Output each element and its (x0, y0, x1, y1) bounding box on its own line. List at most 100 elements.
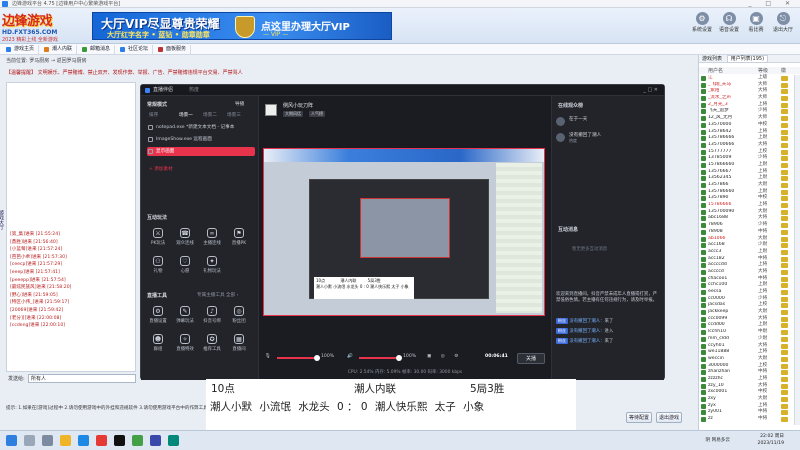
user-row[interactable]: 157866660 上尉 (699, 162, 794, 169)
taskview-icon[interactable] (42, 435, 53, 446)
user-row[interactable]: 78908 中将 (699, 229, 794, 236)
user-row[interactable]: 15786666 上将 (699, 202, 794, 209)
user-row[interactable]: 飞天_追梦 少将 (699, 108, 794, 115)
live-tool-item[interactable]: ♪ 抖音号绑 (201, 306, 223, 324)
stream-preview[interactable]: 10点 潮人内联 5局3胜 潮人小默 小流氓 水龙头 0 : 0 潮人快乐熙 太… (263, 148, 545, 316)
user-row[interactable]: abc1688 大将 (699, 215, 794, 222)
toolbar-button[interactable]: ⎋ 退出大厅 (771, 10, 795, 33)
user-row[interactable]: acc168 少尉 (699, 242, 794, 249)
game-app-icon[interactable] (96, 435, 107, 446)
user-row[interactable]: accccdd 上将 (699, 262, 794, 269)
user-row[interactable]: 2_月光_3 上将 (699, 102, 794, 109)
wait-config-button[interactable]: 等待配置 (626, 412, 652, 423)
interact-item[interactable]: ♡ 心愿 (174, 256, 196, 274)
interact-item[interactable]: ∞ 主播连线 (201, 228, 223, 246)
user-row[interactable]: 12_风_无月 大师 (699, 115, 794, 122)
speaker-icon[interactable]: 🔊 (347, 354, 353, 359)
app-icon-3[interactable] (168, 435, 179, 446)
speaker-volume-knob[interactable] (396, 355, 402, 361)
live-tool-item[interactable]: ⚙ 直播设置 (147, 306, 169, 324)
user-row[interactable]: zzzzhc 上将 (699, 376, 794, 383)
user-row[interactable]: _流水_之声 大师 (699, 95, 794, 102)
user-row[interactable]: 78906 少将 (699, 222, 794, 229)
search-icon[interactable] (24, 435, 35, 446)
user-row[interactable]: 13576667 上将 (699, 169, 794, 176)
user-row[interactable]: ccyh01 大将 (699, 343, 794, 350)
toolbar-button[interactable]: ⚙ 系统设置 (690, 10, 714, 33)
user-row[interactable]: 江 上级 (699, 75, 794, 82)
window-controls[interactable]: _ □ ✕ (748, 0, 796, 8)
nav-tab[interactable]: 游戏主页 (4, 45, 40, 54)
user-row[interactable]: eecsa 上将 (699, 289, 794, 296)
nav-tab[interactable]: 邮箱消息 (80, 45, 116, 54)
live-tool-item[interactable]: ✪ 推荐工具 (201, 334, 223, 352)
user-list-scrollbar[interactable] (794, 75, 800, 425)
left-side-tab[interactable]: 游戏大厅 (0, 210, 5, 260)
toolbar-button[interactable]: ▣ 看比赛 (744, 10, 768, 33)
user-row[interactable]: cchc100 上尉 (699, 282, 794, 289)
user-row[interactable]: chacoo1 中将 (699, 276, 794, 283)
source-item[interactable]: notepad.exe *新建文本文档 - 记事本 (147, 123, 255, 132)
user-row[interactable]: jackkeep 大尉 (699, 309, 794, 316)
interact-item[interactable]: ⚔ PK玩法 (147, 228, 169, 246)
user-row[interactable]: 1357866 大尉 (699, 182, 794, 189)
interact-item[interactable]: ☎ 观众连线 (174, 228, 196, 246)
user-row[interactable]: zy001 中将 (699, 409, 794, 416)
user-row[interactable]: _飞翔_天马 大师 (699, 82, 794, 89)
mic-icon[interactable]: 🎙 (265, 354, 271, 359)
vip-ad-banner[interactable]: 大厅VIP尽显尊贵荣耀 大厅红字名字 • 蓝钻 • 勋章勋章 点这里办理大厅VI… (92, 12, 392, 40)
user-row[interactable]: 13562345 上尉 (699, 175, 794, 182)
live-tool-item[interactable]: ▦ 直播间 (228, 334, 250, 352)
user-row[interactable]: cc0000 少将 (699, 296, 794, 303)
user-row[interactable]: acc182 中将 (699, 256, 794, 263)
source-item[interactable]: ImageShow.exe 远程画面 (147, 135, 255, 144)
user-row[interactable]: 3000000 上校 (699, 363, 794, 370)
nav-tab[interactable]: 潮人内联 (42, 45, 78, 54)
tiktok-icon[interactable] (114, 435, 125, 446)
live-tool-item[interactable]: ◎ 粉丝团 (228, 306, 250, 324)
app-icon-2[interactable] (150, 435, 161, 446)
user-row[interactable]: jacsdas 上校 (699, 302, 794, 309)
user-row[interactable]: zxy 大尉 (699, 396, 794, 403)
toolbar-button[interactable]: ☊ 语音设置 (717, 10, 741, 33)
user-row[interactable]: weccin 大尉 (699, 356, 794, 363)
live-tool-item[interactable]: ✧ 直播特效 (174, 334, 196, 352)
folder-icon[interactable] (60, 435, 71, 446)
user-row[interactable]: accc3 上尉 (699, 249, 794, 256)
send-target-select[interactable]: 所有人 (28, 374, 136, 383)
live-tool-item[interactable]: ✎ 弹幕玩法 (174, 306, 196, 324)
wechat-icon[interactable] (132, 435, 143, 446)
interact-item[interactable]: ⚑ 直播PK (228, 228, 250, 246)
tab-scene-1[interactable]: 场景一 (179, 112, 193, 118)
user-row[interactable]: 15777777 上校 (699, 149, 794, 156)
user-row[interactable]: mm_cldd 少尉 (699, 336, 794, 343)
user-row[interactable]: 13570000 中校 (699, 122, 794, 129)
system-tray[interactable]: 阴 网易多云 (706, 437, 730, 443)
scene-mode-title[interactable]: 常规模式 (147, 101, 167, 108)
tab-game-list[interactable]: 游戏列表 (699, 56, 725, 62)
user-row[interactable]: ab1066 大尉 (699, 236, 794, 243)
user-row[interactable]: zxc0001 中校 (699, 389, 794, 396)
site-logo[interactable]: 边锋游戏 HD.FXT365.COM 2023 精彩上线 全新游戏 (2, 10, 92, 43)
user-row[interactable]: lcchh10 中尉 (699, 329, 794, 336)
tools-hint[interactable]: 专属主播工具 全部 › (197, 292, 239, 298)
user-row[interactable]: zzy_10 大将 (699, 383, 794, 390)
nav-tab[interactable]: 社区论坛 (118, 45, 154, 54)
tab-user-list[interactable]: 用户列表(195) (726, 55, 769, 63)
user-row[interactable]: 13785009 少将 (699, 155, 794, 162)
stream-window-controls[interactable]: _ □ ✕ (643, 85, 658, 96)
browser-icon[interactable] (78, 435, 89, 446)
user-row[interactable]: 135786666 上尉 (699, 135, 794, 142)
tab-scene-2[interactable]: 场景二 (203, 112, 217, 118)
start-icon[interactable] (6, 435, 17, 446)
user-row[interactable]: zhanzhan 中将 (699, 369, 794, 376)
speaker-volume-slider[interactable] (359, 355, 402, 361)
source-item[interactable]: 显示画面 (147, 147, 255, 156)
user-row[interactable]: 135786660 上尉 (699, 189, 794, 196)
user-row[interactable]: _紫陌 大将 (699, 88, 794, 95)
mic-volume-knob[interactable] (314, 355, 320, 361)
user-row[interactable]: 135700666 大将 (699, 142, 794, 149)
interact-item[interactable]: ⚇ 礼物 (147, 256, 169, 274)
audience-item[interactable]: 没有撤回了潮人 热度 (556, 132, 660, 144)
nav-tab[interactable]: 面板服务 (156, 45, 192, 54)
